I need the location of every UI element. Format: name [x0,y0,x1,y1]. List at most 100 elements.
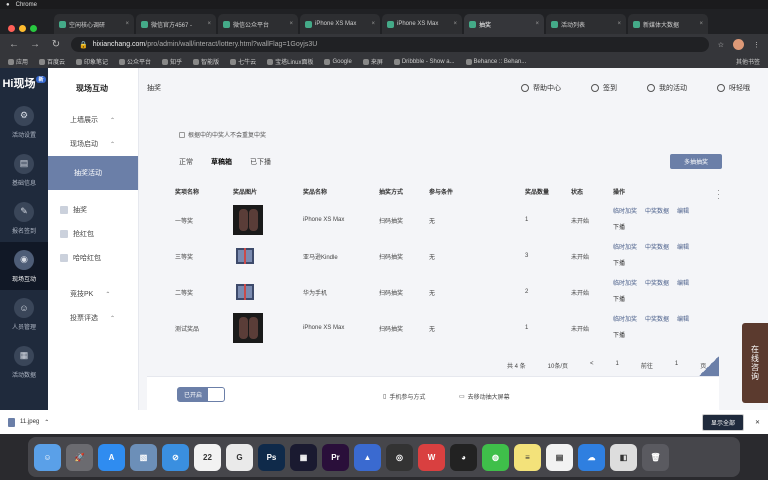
bookmark-item[interactable]: 应用 [8,57,28,66]
active-app-name[interactable]: Chrome [16,2,37,8]
offline-link[interactable]: 下播 [613,328,729,344]
show-all-button[interactable]: 显示全部 [701,413,744,431]
winner-data-link[interactable]: 中奖数据 [645,312,669,328]
photoshop-icon[interactable]: Ps [258,443,285,471]
profile-avatar[interactable] [733,39,744,50]
edit-link[interactable]: 编辑 [677,240,689,256]
site-logo[interactable]: Hi现场新 [0,68,48,98]
offline-link[interactable]: 下播 [613,292,729,308]
no-repeat-winner-option[interactable]: 根据中的中奖人不会重复中奖 [179,130,266,139]
add-prize-link[interactable]: 临时加奖 [613,204,637,220]
tab-normal[interactable]: 正常 [179,157,193,167]
bookmark-item[interactable]: 七牛云 [230,57,256,66]
checkbox-icon[interactable] [179,131,185,138]
browser-tab[interactable]: 新媒体大数据 × [628,14,708,34]
subnav-item-lottery[interactable]: 抽奖 [48,198,138,222]
bookmark-item[interactable]: 印象笔记 [76,57,108,66]
subnav-item-lottery-active[interactable]: 抽奖活动 [48,156,138,190]
my-events-link[interactable]: 我的活动 [647,83,687,93]
rail-item[interactable]: ✎ 报名签到 [0,194,48,242]
qq-icon[interactable]: ◕ [450,443,477,471]
bookmark-item[interactable]: Google [324,57,352,66]
more-options-icon[interactable]: · · · [717,186,720,203]
gravit-icon[interactable]: G [226,443,253,471]
mobile-participation-link[interactable]: ▯ 手机参与方式 [383,392,425,401]
current-page[interactable]: 1 [616,361,619,370]
safari-icon[interactable]: ⊘ [162,443,189,471]
subnav-item-vote[interactable]: 投票评选 ⌃ [48,306,138,330]
rail-item[interactable]: ▦ 活动数据 [0,338,48,386]
forward-icon[interactable]: → [29,39,41,50]
trash-icon[interactable]: 🗑 [642,443,669,471]
chevron-up-icon[interactable]: ⌃ [44,419,49,426]
browser-tab[interactable]: 空闲核心调研 × [54,14,134,34]
close-tab-icon[interactable]: × [617,21,621,27]
edit-link[interactable]: 编辑 [677,204,689,220]
cloud-icon[interactable]: ☁ [578,443,605,471]
close-tab-icon[interactable]: × [699,21,703,27]
browser-tab[interactable]: 微信公众平台 × [218,14,298,34]
finder-icon[interactable]: ☺ [34,443,61,471]
winner-data-link[interactable]: 中奖数据 [645,204,669,220]
browser-tab[interactable]: iPhone XS Max × [300,14,380,34]
goto-page-input[interactable]: 1 [675,361,678,370]
offline-link[interactable]: 下播 [613,256,729,272]
menu-icon[interactable]: ⋮ [753,41,760,49]
bookmark-item[interactable]: 百度云 [39,57,65,66]
bookmark-item[interactable]: 宝塔Linux面板 [267,57,313,66]
notes-icon[interactable]: ≡ [514,443,541,471]
user-menu[interactable]: 呀轻哦 [717,83,750,93]
winner-data-link[interactable]: 中奖数据 [645,276,669,292]
add-prize-link[interactable]: 临时加奖 [613,240,637,256]
bookmark-item[interactable]: Behance :: Behan... [465,57,526,66]
help-center-link[interactable]: 帮助中心 [521,83,561,93]
star-icon[interactable]: ☆ [718,41,724,49]
wps-icon[interactable]: W [418,443,445,471]
online-consult-button[interactable]: 在线咨询 [742,323,768,403]
close-tab-icon[interactable]: × [125,21,129,27]
wechat-icon[interactable]: ◍ [482,443,509,471]
close-tab-icon[interactable]: × [535,21,539,27]
other-bookmarks[interactable]: 其他书签 [736,57,760,66]
quicklook-icon[interactable]: ◧ [610,443,637,471]
bookmark-item[interactable]: 知乎 [162,57,182,66]
browser-tab[interactable]: iPhone XS Max × [382,14,462,34]
launchpad-icon[interactable]: 🚀 [66,443,93,471]
download-filename[interactable]: 11.jpeg [20,419,39,425]
rail-item[interactable]: ⚙ 活动设置 [0,98,48,146]
bookmark-item[interactable]: 来屏 [362,57,383,66]
rail-item[interactable]: ▤ 基础信息 [0,146,48,194]
enable-toggle[interactable]: 已开启 [177,387,225,402]
big-screen-link[interactable]: ▭ 去移动抽大屏幕 [459,392,510,401]
quicktime-icon[interactable]: ◎ [386,443,413,471]
subnav-item-launch[interactable]: 现场启动 ⌃ [48,132,138,156]
apple-icon[interactable]: ● [6,2,10,8]
browser-tab[interactable]: 微信官方4567 - × [136,14,216,34]
tab-offline[interactable]: 已下播 [250,157,271,167]
reload-icon[interactable]: ↻ [50,39,62,50]
back-icon[interactable]: ← [8,39,20,50]
multi-lottery-button[interactable]: 多抽抽奖 [670,154,722,169]
zoom-window-icon[interactable] [30,25,37,32]
edit-link[interactable]: 编辑 [677,276,689,292]
close-tab-icon[interactable]: × [207,21,211,27]
preview-icon[interactable]: ▧ [130,443,157,471]
offline-link[interactable]: 下播 [613,220,729,236]
prev-page-button[interactable]: < [590,361,594,370]
subnav-item-redpacket[interactable]: 抢红包 [48,222,138,246]
calendar-icon[interactable]: 22 [194,443,221,471]
subnav-item-wall[interactable]: 上墙展示 ⌃ [48,108,138,132]
rail-item[interactable]: ◉ 现场互动 [0,242,48,290]
lightroom-icon[interactable]: ▦ [290,443,317,471]
winner-data-link[interactable]: 中奖数据 [645,240,669,256]
edit-link[interactable]: 编辑 [677,312,689,328]
rail-item[interactable]: ☺ 人员管理 [0,290,48,338]
minimize-window-icon[interactable] [19,25,26,32]
appstore-icon[interactable]: A [98,443,125,471]
subnav-item-pk[interactable]: 竞技PK ⌃ [48,282,138,306]
premiere-icon[interactable]: Pr [322,443,349,471]
tab-drafts[interactable]: 草稿箱 [211,157,232,167]
pages-icon[interactable]: ▤ [546,443,573,471]
close-icon[interactable]: ✕ [755,419,760,426]
page-size-select[interactable]: 10条/页 [548,361,568,370]
